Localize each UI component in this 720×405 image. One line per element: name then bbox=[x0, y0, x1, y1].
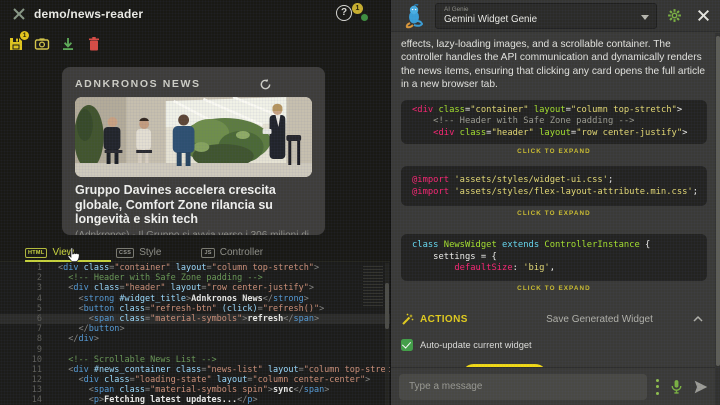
news-article-image[interactable] bbox=[75, 97, 312, 177]
refresh-icon[interactable] bbox=[259, 78, 272, 91]
code-editor[interactable]: 1 <div class="container" layout="column t… bbox=[0, 263, 390, 405]
close-panel-icon[interactable] bbox=[696, 8, 711, 23]
tab-label-style: Style bbox=[139, 247, 162, 258]
chevron-up-icon[interactable] bbox=[693, 316, 703, 322]
ai-assistant-panel: AI Genie Gemini Widget Genie effects, la… bbox=[390, 0, 720, 405]
widget-title: demo/news-reader bbox=[34, 7, 144, 21]
agent-selector-value: Gemini Widget Genie bbox=[444, 13, 538, 25]
code-snippet-controller[interactable]: class NewsWidget extends ControllerInsta… bbox=[401, 234, 707, 281]
editor-panel: demo/news-reader ? 1 1 ADNKRONOS NEWS Gr… bbox=[0, 0, 390, 405]
news-article-title[interactable]: Gruppo Davines accelera crescita globale… bbox=[75, 183, 312, 227]
tab-html-view[interactable]: HTML View bbox=[25, 244, 74, 262]
genie-icon bbox=[405, 3, 424, 28]
tab-label-view: View bbox=[52, 247, 74, 258]
close-widget-icon[interactable] bbox=[12, 7, 26, 21]
agent-selector[interactable]: AI Genie Gemini Widget Genie bbox=[435, 2, 657, 29]
settings-gear-icon[interactable] bbox=[667, 8, 682, 23]
save-button[interactable]: 1 bbox=[8, 31, 29, 52]
js-badge-icon: JS bbox=[201, 247, 215, 258]
active-tab-indicator bbox=[25, 260, 111, 262]
news-article-summary: (Adnkronos) - Il Gruppo si avvia verso i… bbox=[75, 229, 309, 236]
expand-html-snippet[interactable]: CLICK TO EXPAND bbox=[401, 148, 707, 155]
help-icon[interactable]: ? bbox=[336, 5, 352, 21]
widget-preview-card: ADNKRONOS NEWS Gruppo Davines accelera c… bbox=[62, 67, 325, 235]
actions-title: ACTIONS bbox=[420, 313, 468, 325]
agent-selector-label: AI Genie bbox=[444, 5, 469, 13]
css-badge-icon: CSS bbox=[115, 247, 135, 258]
camera-icon bbox=[34, 38, 50, 50]
download-icon bbox=[63, 38, 73, 50]
download-button[interactable] bbox=[60, 36, 76, 52]
chevron-down-icon bbox=[641, 14, 649, 20]
assistant-message: effects, lazy-loading images, and a scro… bbox=[401, 39, 706, 91]
microphone-icon[interactable] bbox=[669, 379, 684, 394]
tab-css-style[interactable]: CSS Style bbox=[115, 244, 162, 262]
actions-subtitle: Save Generated Widget bbox=[546, 313, 653, 325]
expand-controller-snippet[interactable]: CLICK TO EXPAND bbox=[401, 285, 707, 292]
editor-scrollbar[interactable] bbox=[385, 263, 389, 405]
code-snippet-html[interactable]: <div class="container" layout="column to… bbox=[401, 99, 707, 145]
expand-css-snippet[interactable]: CLICK TO EXPAND bbox=[401, 210, 707, 217]
widget-toolbar: 1 bbox=[8, 31, 102, 54]
send-icon[interactable] bbox=[693, 379, 709, 395]
magic-wand-icon bbox=[402, 313, 414, 325]
notification-badge: 1 bbox=[352, 3, 363, 14]
tab-label-controller: Controller bbox=[219, 247, 264, 258]
app-window: demo/news-reader ? 1 1 ADNKRONOS NEWS Gr… bbox=[0, 0, 720, 405]
status-dot bbox=[361, 14, 368, 21]
assistant-header: AI Genie Gemini Widget Genie bbox=[391, 0, 720, 32]
tab-js-controller[interactable]: JS Controller bbox=[201, 244, 263, 262]
screenshot-button[interactable] bbox=[34, 36, 50, 52]
code-snippet-css[interactable]: @import 'assets/styles/widget-ui.css'; @i… bbox=[401, 166, 707, 207]
save-count-badge: 1 bbox=[20, 31, 29, 40]
chat-scroll-area[interactable]: effects, lazy-loading images, and a scro… bbox=[391, 32, 717, 368]
titlebar: demo/news-reader ? 1 bbox=[0, 0, 390, 28]
chat-input-bar bbox=[391, 367, 720, 405]
panel-scrollbar[interactable] bbox=[715, 33, 720, 405]
editor-tabs: HTML View CSS Style JS Controller bbox=[0, 244, 390, 262]
auto-update-row: Auto-update current widget bbox=[401, 338, 707, 351]
html-badge-icon: HTML bbox=[25, 247, 48, 258]
more-options-icon[interactable] bbox=[656, 378, 660, 395]
editor-minimap[interactable] bbox=[363, 266, 383, 306]
message-input[interactable] bbox=[399, 373, 647, 400]
news-widget-header: ADNKRONOS NEWS bbox=[75, 78, 201, 90]
auto-update-label: Auto-update current widget bbox=[420, 339, 532, 350]
delete-button[interactable] bbox=[86, 36, 102, 52]
trash-icon bbox=[89, 37, 99, 51]
actions-section-header[interactable]: ACTIONS Save Generated Widget bbox=[401, 313, 707, 326]
auto-update-checkbox[interactable] bbox=[401, 338, 413, 351]
